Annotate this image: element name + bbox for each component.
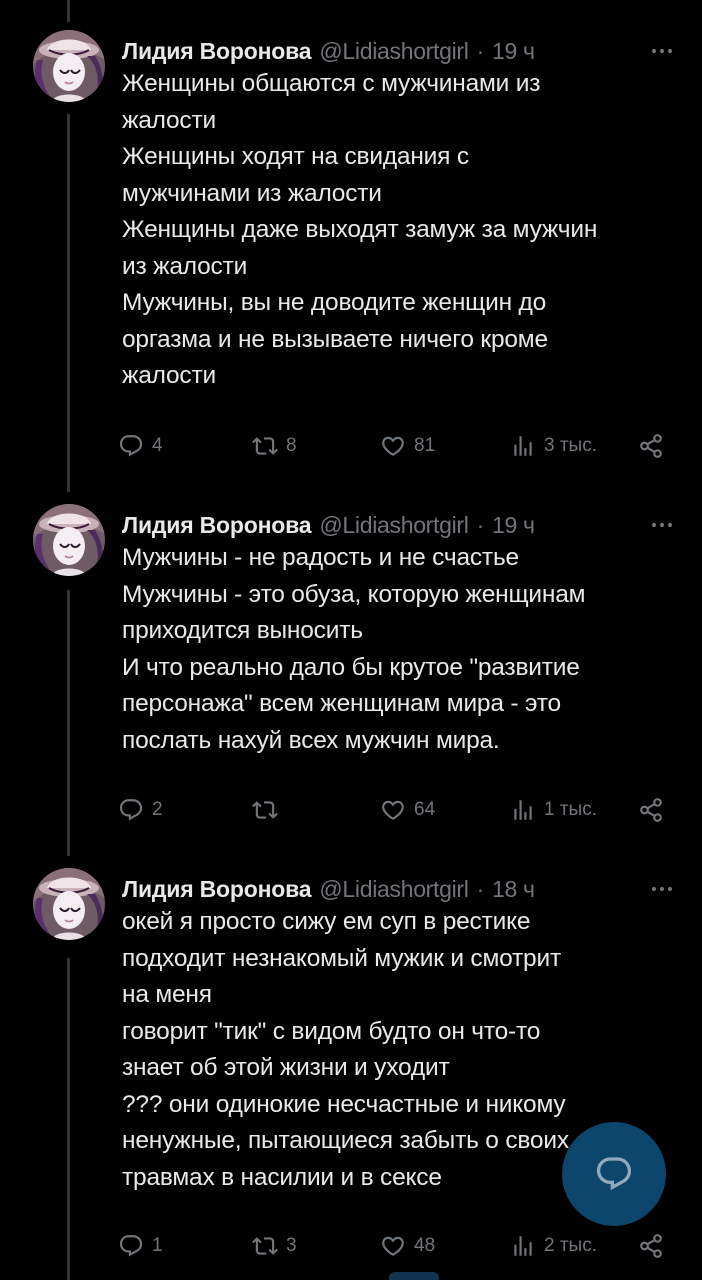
views-icon [510, 433, 536, 459]
tweet[interactable]: Лидия Воронова @Lidiashortgirl · 19 ч Му… [0, 504, 702, 844]
repost-icon [252, 797, 278, 823]
tweet-text-line: мужчинами из жалости [122, 179, 382, 207]
share-button[interactable] [638, 1226, 664, 1266]
tweet-text-line: Мужчины - не радость и не счастье [122, 544, 519, 571]
author-handle[interactable]: @Lidiashortgirl [319, 876, 469, 903]
views-icon [510, 797, 536, 823]
reply-button[interactable]: 4 [118, 426, 163, 466]
views-icon [510, 1233, 536, 1259]
reply-icon [118, 433, 144, 459]
tweet-text-line: персонажа" всем женщинам мира - это [122, 690, 561, 717]
more-options-icon[interactable] [652, 874, 672, 904]
author-handle[interactable]: @Lidiashortgirl [319, 38, 469, 65]
tweet-header: Лидия Воронова @Lidiashortgirl · 19 ч [122, 510, 672, 540]
tweet-text-line: Женщины ходят на свидания с [122, 143, 469, 170]
views-button[interactable]: 2 тыс. [510, 1226, 597, 1266]
action-bar: 1 3 48 2 тыс. [118, 1226, 672, 1266]
tweet-header: Лидия Воронова @Lidiashortgirl · 18 ч [122, 874, 672, 904]
repost-icon [252, 433, 278, 459]
tweet-text-line: Мужчины - это обуза, которую женщинам [122, 580, 586, 608]
share-icon [638, 433, 664, 459]
tweet-time[interactable]: 19 ч [492, 512, 535, 539]
tweet[interactable]: Лидия Воронова @Lidiashortgirl · 19 ч Же… [0, 30, 702, 480]
action-bar: 4 8 81 3 тыс. [118, 426, 672, 466]
tweet-header: Лидия Воронова @Lidiashortgirl · 19 ч [122, 36, 672, 66]
tweet-text-line: жалости [122, 362, 216, 389]
tweet-text-line: Женщины даже выходят замуж за мужчин [122, 216, 598, 243]
share-button[interactable] [638, 426, 664, 466]
more-options-icon[interactable] [652, 36, 672, 66]
compose-reply-button[interactable] [562, 1122, 666, 1226]
views-count: 2 тыс. [544, 1235, 597, 1256]
like-button[interactable]: 48 [380, 1226, 435, 1266]
tweet-text-line: И что реально дало бы крутое "развитие [122, 653, 580, 681]
reply-icon [118, 797, 144, 823]
compose-reply-icon [596, 1157, 632, 1191]
meta-separator: · [476, 511, 485, 538]
tweet-text-line: на меня [122, 981, 212, 1008]
avatar[interactable] [33, 30, 105, 102]
repost-icon [252, 1233, 278, 1259]
like-button[interactable]: 81 [380, 426, 435, 466]
avatar[interactable] [33, 504, 105, 576]
tweet-text-line: приходится выносить [122, 617, 363, 644]
meta-separator: · [476, 875, 485, 902]
tweet-text-line: жалости [122, 106, 216, 134]
tweet-text-line: Мужчины, вы не доводите женщин до [122, 289, 547, 316]
author-name[interactable]: Лидия Воронова [122, 876, 312, 903]
share-icon [638, 1233, 664, 1259]
tweet-text-line: послать нахуй всех мужчин мира. [122, 726, 500, 754]
tweet-text-line: оргазма и не вызываете ничего кроме [122, 325, 548, 353]
tweet-text-line: подходит незнакомый мужик и смотрит [122, 944, 561, 972]
like-count: 48 [414, 1235, 436, 1256]
tweet-time[interactable]: 18 ч [492, 876, 535, 903]
reply-button[interactable]: 2 [118, 790, 163, 830]
tweet-text-line: Женщины общаются с мужчинами из [122, 70, 541, 97]
tweet-text-line: знает об этой жизни и уходит [122, 1054, 450, 1081]
share-icon [638, 797, 664, 823]
reply-icon [118, 1233, 144, 1259]
reply-count: 2 [152, 799, 163, 820]
views-button[interactable]: 3 тыс. [510, 426, 597, 466]
tweet-text-line: окей я просто сижу ем суп в рестике [122, 908, 531, 935]
more-options-icon[interactable] [652, 510, 672, 540]
like-button[interactable]: 64 [380, 790, 435, 830]
share-button[interactable] [638, 790, 664, 830]
views-count: 1 тыс. [544, 799, 597, 820]
tweet-text: Женщины общаются с мужчинами из жалости … [122, 66, 682, 395]
tweet-time[interactable]: 19 ч [492, 38, 535, 65]
tweet-text-line: ??? они одинокие несчастные и никому [122, 1090, 566, 1118]
repost-button[interactable]: 3 [252, 1226, 297, 1266]
action-bar: 2 64 1 тыс. [118, 790, 672, 830]
like-icon [380, 1233, 406, 1259]
tweet-text: Мужчины - не радость и не счастье Мужчин… [122, 540, 682, 759]
like-icon [380, 433, 406, 459]
avatar[interactable] [33, 868, 105, 940]
like-count: 81 [414, 435, 436, 456]
like-icon [380, 797, 406, 823]
reply-button[interactable]: 1 [118, 1226, 163, 1266]
reply-count: 4 [152, 435, 163, 456]
views-button[interactable]: 1 тыс. [510, 790, 597, 830]
thread-connector-top [67, 0, 70, 22]
meta-separator: · [476, 37, 485, 64]
bottom-partial-element [389, 1272, 439, 1280]
author-name[interactable]: Лидия Воронова [122, 512, 312, 539]
repost-button[interactable]: 8 [252, 426, 297, 466]
repost-count: 8 [286, 435, 297, 456]
reply-count: 1 [152, 1235, 163, 1256]
tweet-text-line: говорит "тик" с видом будто он что-то [122, 1017, 541, 1045]
repost-count: 3 [286, 1235, 297, 1256]
views-count: 3 тыс. [544, 435, 597, 456]
tweet-text-line: из жалости [122, 252, 248, 280]
repost-button[interactable] [252, 790, 286, 830]
like-count: 64 [414, 799, 436, 820]
author-handle[interactable]: @Lidiashortgirl [319, 512, 469, 539]
author-name[interactable]: Лидия Воронова [122, 38, 312, 65]
